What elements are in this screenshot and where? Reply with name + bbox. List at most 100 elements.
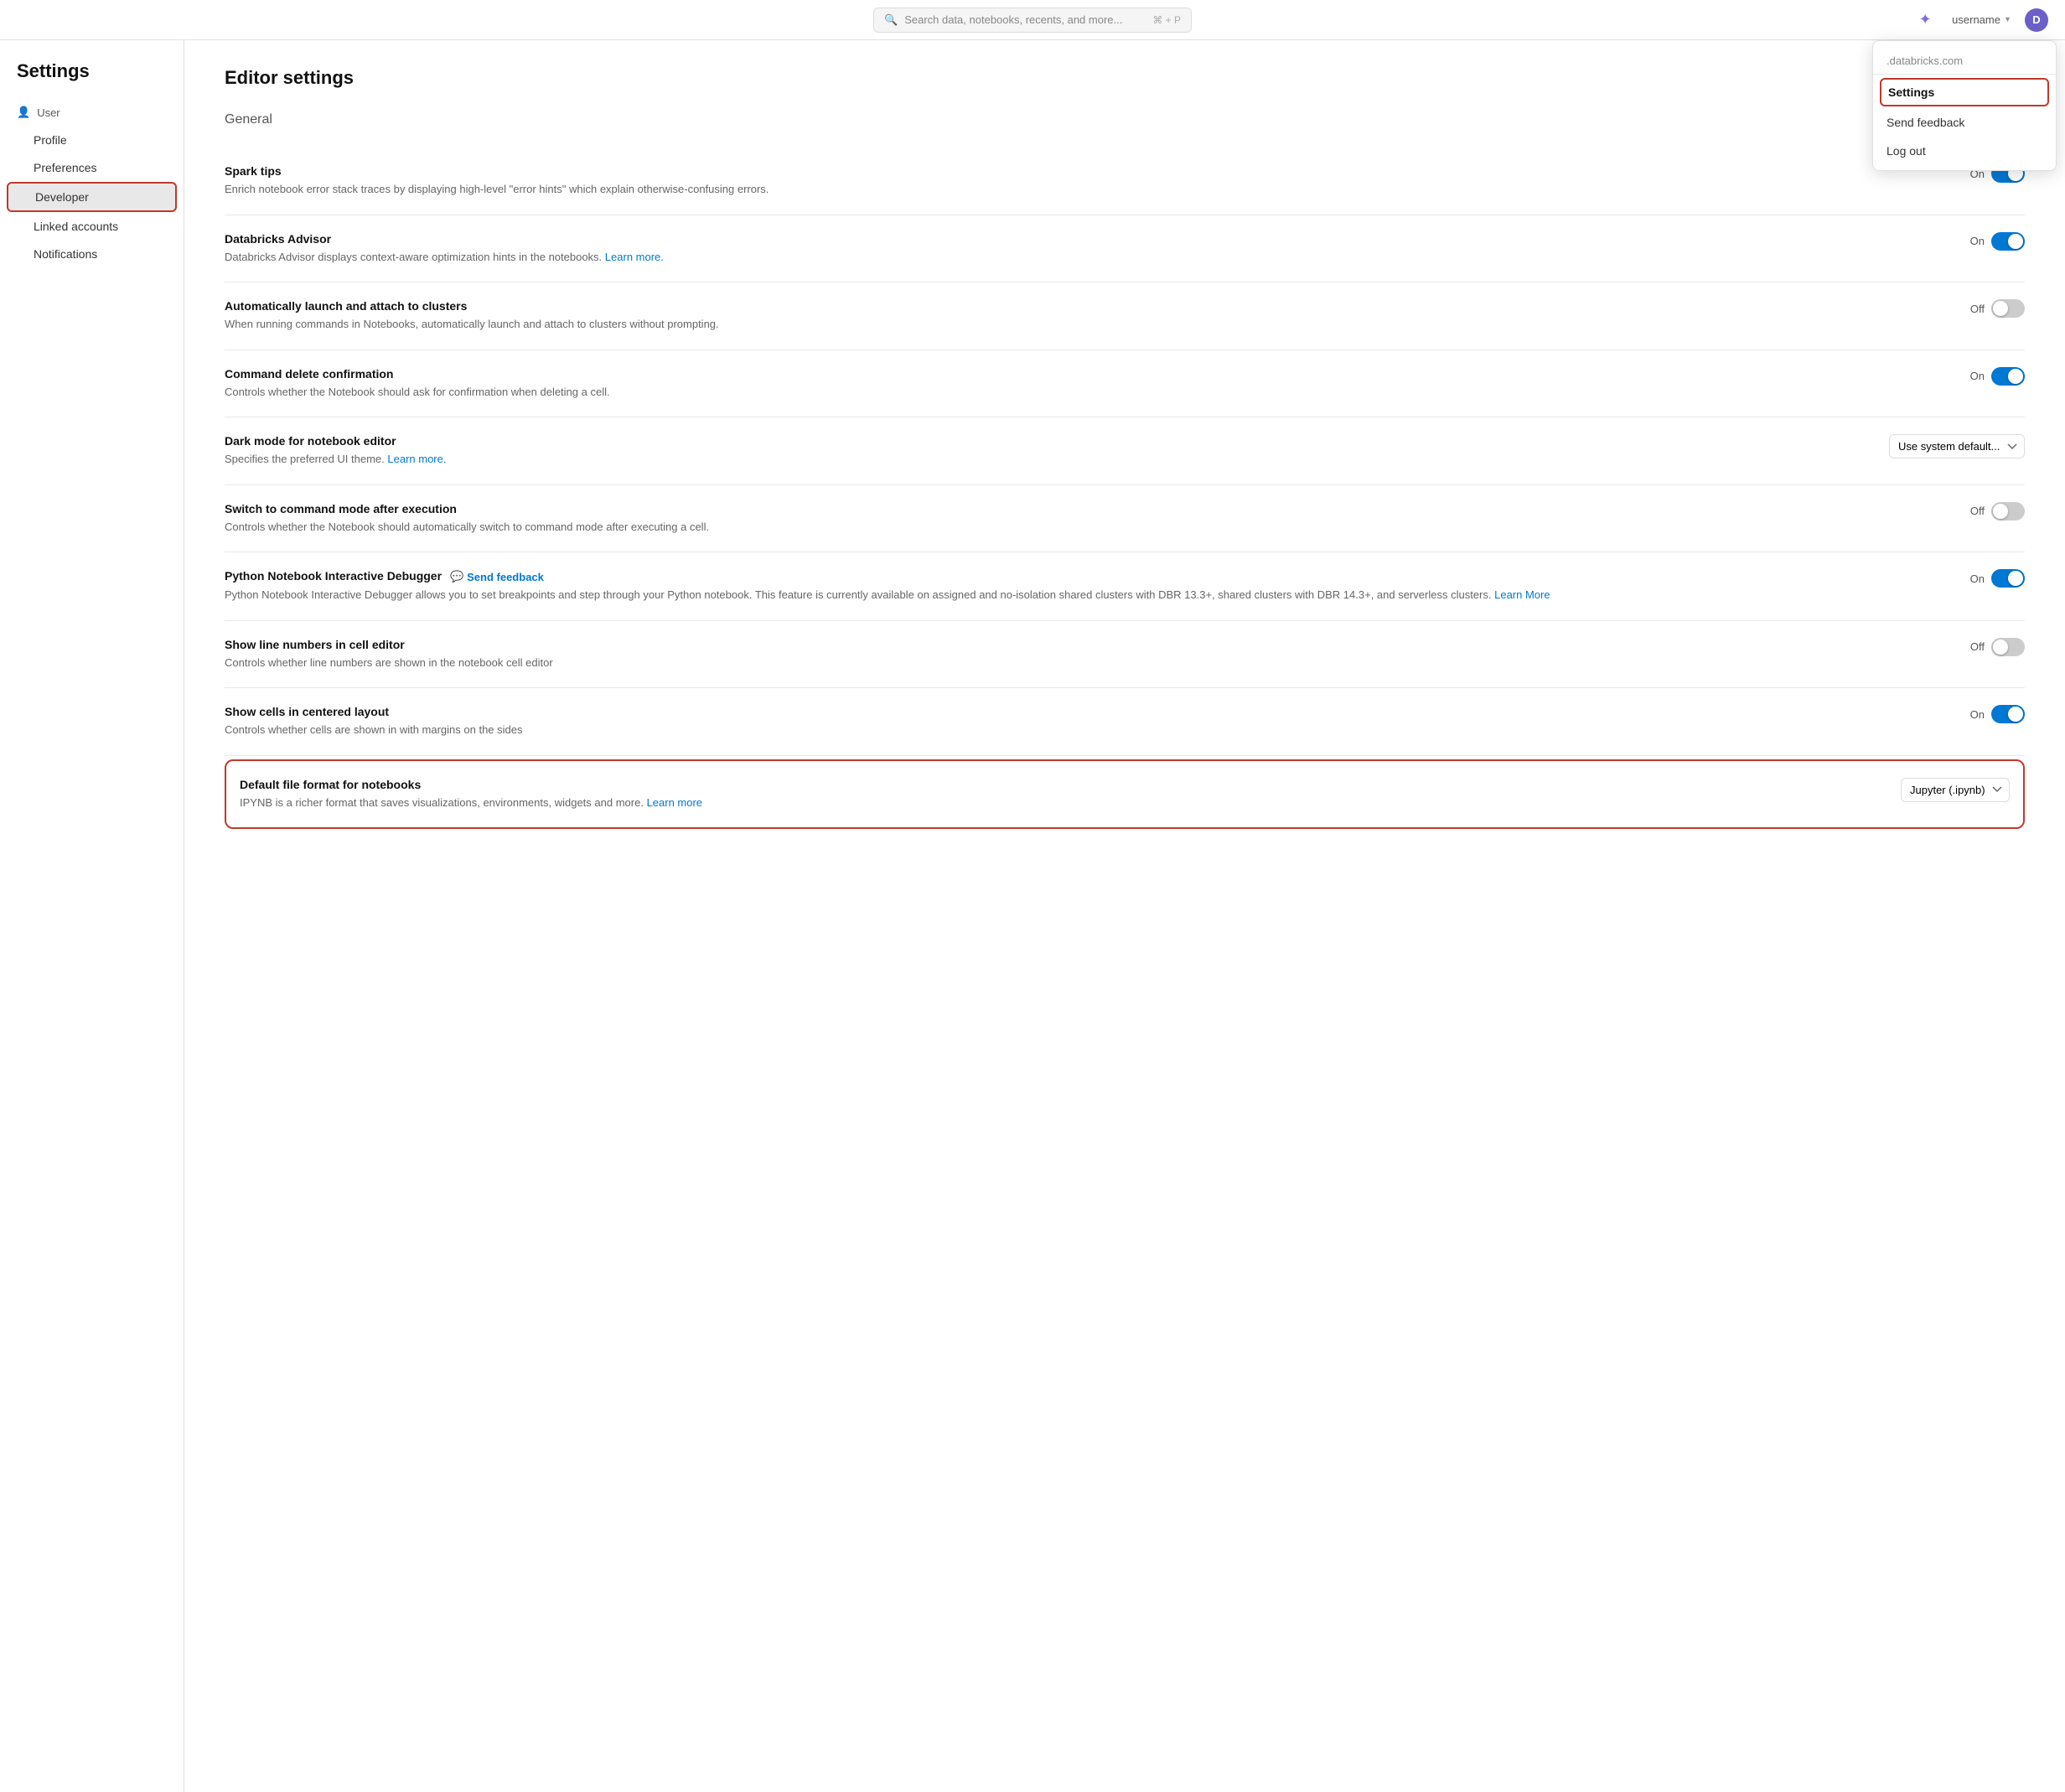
sidebar-item-profile[interactable]: Profile [7, 127, 177, 153]
user-name: username [1952, 13, 2000, 26]
setting-name-spark-tips: Spark tips [225, 164, 1941, 178]
toggle-auto-launch[interactable] [1991, 299, 2025, 318]
sidebar-item-linked-accounts[interactable]: Linked accounts [7, 213, 177, 240]
setting-row-dark-mode: Dark mode for notebook editor Specifies … [225, 417, 2025, 485]
dropdown-item-settings[interactable]: Settings [1880, 78, 2049, 106]
debugger-send-feedback-link[interactable]: 💬 Send feedback [450, 570, 544, 583]
setting-control-command-mode: Off [1958, 502, 2025, 521]
setting-info-command-delete: Command delete confirmation Controls whe… [225, 367, 1941, 401]
setting-row-auto-launch: Automatically launch and attach to clust… [225, 282, 2025, 350]
dropdown-item-send-feedback[interactable]: Send feedback [1873, 108, 2056, 137]
chevron-down-icon: ▾ [2005, 15, 2010, 24]
setting-info-auto-launch: Automatically launch and attach to clust… [225, 299, 1941, 333]
file-format-select[interactable]: Jupyter (.ipynb) Source only [1901, 778, 2010, 802]
setting-desc-command-mode: Controls whether the Notebook should aut… [225, 519, 1941, 536]
setting-control-dark-mode: Use system default... Light Dark [1889, 434, 2025, 458]
user-circle-icon: 👤 [17, 106, 30, 119]
search-icon: 🔍 [884, 13, 898, 27]
toggle-command-mode[interactable] [1991, 502, 2025, 521]
toggle-debugger[interactable] [1991, 569, 2025, 588]
setting-row-line-numbers: Show line numbers in cell editor Control… [225, 621, 2025, 689]
toggle-thumb-command-mode [1993, 504, 2008, 519]
setting-desc-centered-layout: Controls whether cells are shown in with… [225, 722, 1941, 738]
toggle-label-command-mode: Off [1970, 505, 1985, 517]
setting-desc-dark-mode: Specifies the preferred UI theme. Learn … [225, 451, 1872, 468]
dropdown-header: .databricks.com [1873, 46, 2056, 75]
setting-desc-databricks-advisor: Databricks Advisor displays context-awar… [225, 249, 1941, 266]
sidebar-title: Settings [0, 60, 184, 99]
chat-icon: 💬 [450, 570, 463, 583]
setting-name-file-format: Default file format for notebooks [240, 778, 1884, 791]
toggle-label-auto-launch: Off [1970, 303, 1985, 315]
setting-control-file-format: Jupyter (.ipynb) Source only [1901, 778, 2010, 802]
setting-row-command-delete: Command delete confirmation Controls whe… [225, 350, 2025, 418]
setting-row-file-format: Default file format for notebooks IPYNB … [225, 759, 2025, 830]
learn-more-link-file-format[interactable]: Learn more [647, 796, 702, 809]
topbar-right: ✦ username ▾ D [1913, 8, 2048, 32]
setting-info-line-numbers: Show line numbers in cell editor Control… [225, 638, 1941, 671]
setting-desc-spark-tips: Enrich notebook error stack traces by di… [225, 181, 1941, 198]
toggle-command-delete[interactable] [1991, 367, 2025, 386]
toggle-thumb-databricks-advisor [2008, 234, 2023, 249]
avatar[interactable]: D [2025, 8, 2048, 32]
setting-info-file-format: Default file format for notebooks IPYNB … [240, 778, 1884, 811]
setting-info-spark-tips: Spark tips Enrich notebook error stack t… [225, 164, 1941, 198]
spark-icon[interactable]: ✦ [1913, 8, 1937, 32]
toggle-line-numbers[interactable] [1991, 638, 2025, 656]
setting-control-line-numbers: Off [1958, 638, 2025, 656]
dropdown-item-logout[interactable]: Log out [1873, 137, 2056, 165]
toggle-thumb-auto-launch [1993, 301, 2008, 316]
dark-mode-select[interactable]: Use system default... Light Dark [1889, 434, 2025, 458]
setting-desc-command-delete: Controls whether the Notebook should ask… [225, 384, 1941, 401]
setting-info-debugger: Python Notebook Interactive Debugger 💬 S… [225, 569, 1941, 603]
setting-control-auto-launch: Off [1958, 299, 2025, 318]
toggle-thumb-command-delete [2008, 369, 2023, 384]
setting-row-debugger: Python Notebook Interactive Debugger 💬 S… [225, 552, 2025, 621]
learn-more-link-dark-mode[interactable]: Learn more. [387, 453, 446, 465]
setting-control-databricks-advisor: On [1958, 232, 2025, 251]
user-dropdown-menu: .databricks.com Settings Send feedback L… [1872, 40, 2057, 171]
sidebar-item-developer[interactable]: Developer [7, 182, 177, 212]
search-shortcut: ⌘ + P [1152, 14, 1181, 26]
main-content: Editor settings General Spark tips Enric… [184, 40, 2065, 1792]
toggle-label-centered-layout: On [1970, 708, 1985, 721]
setting-info-centered-layout: Show cells in centered layout Controls w… [225, 705, 1941, 738]
search-bar[interactable]: 🔍 Search data, notebooks, recents, and m… [873, 8, 1192, 33]
learn-more-link-advisor[interactable]: Learn more. [605, 251, 664, 263]
setting-row-databricks-advisor: Databricks Advisor Databricks Advisor di… [225, 215, 2025, 283]
setting-info-dark-mode: Dark mode for notebook editor Specifies … [225, 434, 1872, 468]
toggle-thumb-debugger [2008, 571, 2023, 586]
setting-name-databricks-advisor: Databricks Advisor [225, 232, 1941, 246]
sidebar: Settings 👤 User Profile Preferences Deve… [0, 40, 184, 1792]
setting-desc-debugger: Python Notebook Interactive Debugger all… [225, 587, 1941, 603]
setting-name-line-numbers: Show line numbers in cell editor [225, 638, 1941, 651]
setting-row-command-mode: Switch to command mode after execution C… [225, 485, 2025, 553]
sidebar-item-preferences[interactable]: Preferences [7, 154, 177, 181]
sidebar-section-user: 👤 User [0, 99, 184, 126]
setting-control-centered-layout: On [1958, 705, 2025, 723]
learn-more-link-debugger[interactable]: Learn More [1494, 588, 1550, 601]
setting-desc-auto-launch: When running commands in Notebooks, auto… [225, 316, 1941, 333]
toggle-thumb-line-numbers [1993, 640, 2008, 655]
user-dropdown[interactable]: username ▾ [1945, 10, 2016, 29]
toggle-label-command-delete: On [1970, 370, 1985, 382]
toggle-centered-layout[interactable] [1991, 705, 2025, 723]
setting-control-debugger: On [1958, 569, 2025, 588]
setting-row-spark-tips: Spark tips Enrich notebook error stack t… [225, 148, 2025, 215]
setting-name-command-mode: Switch to command mode after execution [225, 502, 1941, 515]
toggle-label-debugger: On [1970, 572, 1985, 585]
setting-info-command-mode: Switch to command mode after execution C… [225, 502, 1941, 536]
sidebar-item-notifications[interactable]: Notifications [7, 241, 177, 267]
setting-name-debugger: Python Notebook Interactive Debugger 💬 S… [225, 569, 1941, 583]
page-title: Editor settings [225, 67, 2025, 89]
setting-info-databricks-advisor: Databricks Advisor Databricks Advisor di… [225, 232, 1941, 266]
section-title: General [225, 112, 2025, 127]
toggle-label-databricks-advisor: On [1970, 235, 1985, 247]
setting-desc-file-format: IPYNB is a richer format that saves visu… [240, 795, 1884, 811]
search-placeholder-text: Search data, notebooks, recents, and mor… [904, 13, 1122, 26]
setting-control-command-delete: On [1958, 367, 2025, 386]
setting-name-auto-launch: Automatically launch and attach to clust… [225, 299, 1941, 313]
toggle-databricks-advisor[interactable] [1991, 232, 2025, 251]
setting-name-command-delete: Command delete confirmation [225, 367, 1941, 381]
toggle-label-line-numbers: Off [1970, 640, 1985, 653]
